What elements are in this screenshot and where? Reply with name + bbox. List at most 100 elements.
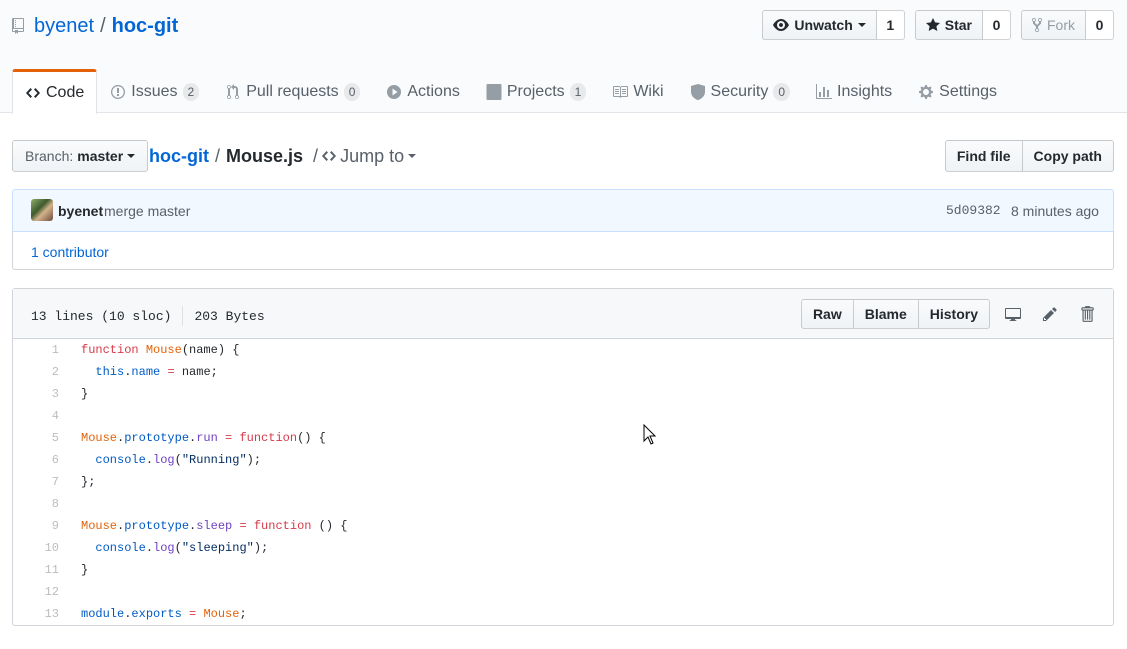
code-line: 2 this.name = name; (13, 361, 1113, 383)
star-icon (925, 18, 940, 31)
chevron-down-icon (127, 154, 136, 158)
code-text: Mouse.prototype.sleep = function () { (81, 519, 348, 533)
blame-button[interactable]: Blame (852, 299, 919, 329)
repo-separator: / (100, 14, 106, 37)
tab-code[interactable]: Code (12, 69, 98, 114)
watch-count[interactable]: 1 (876, 10, 905, 40)
branch-label: Branch: (25, 148, 74, 164)
file-info-divider (182, 306, 184, 326)
code-text: module.exports = Mouse; (81, 607, 247, 621)
breadcrumb-repo-link[interactable]: hoc-git (149, 146, 209, 167)
history-button[interactable]: History (917, 299, 990, 329)
watch-group: Unwatch 1 (762, 10, 905, 40)
commit-time: 8 minutes ago (1011, 203, 1099, 219)
code-line: 4 (13, 405, 1113, 427)
issue-icon (111, 84, 126, 99)
commit-message-link[interactable]: merge master (104, 203, 190, 219)
repo-name-link[interactable]: hoc-git (112, 15, 179, 38)
branch-select-button[interactable]: Branch: master (12, 140, 149, 172)
repo-owner-link[interactable]: byenet (34, 15, 94, 38)
jump-to-button[interactable]: / Jump to (313, 145, 417, 167)
edit-button[interactable] (1036, 299, 1064, 329)
tab-actions[interactable]: Actions (373, 69, 472, 113)
code-text: Mouse.prototype.run = function() { (81, 431, 326, 445)
tab-security-label: Security (710, 82, 769, 100)
tab-code-label: Code (46, 84, 85, 101)
star-count[interactable]: 0 (983, 10, 1011, 40)
copy-path-button[interactable]: Copy path (1022, 140, 1114, 172)
raw-button[interactable]: Raw (800, 299, 854, 329)
line-number[interactable]: 2 (13, 365, 59, 379)
code-text: }; (81, 475, 96, 489)
security-counter: 0 (773, 82, 791, 101)
line-number[interactable]: 1 (13, 343, 59, 357)
line-number[interactable]: 5 (13, 431, 59, 445)
tab-pull-requests[interactable]: Pull requests 0 (212, 69, 373, 113)
pull-requests-counter: 0 (343, 82, 361, 101)
file-info: 13 lines (10 sloc) 203 Bytes (31, 306, 265, 326)
line-number[interactable]: 7 (13, 475, 59, 489)
issues-counter: 2 (182, 82, 200, 101)
line-number[interactable]: 10 (13, 541, 59, 555)
code-line: 9 Mouse.prototype.sleep = function () { (13, 515, 1113, 537)
repo-header: byenet / hoc-git Unwatch 1 Star 0 Fork 0 (0, 0, 1127, 114)
star-button[interactable]: Star (914, 10, 983, 40)
contributors-bar: 1 contributor (12, 231, 1114, 270)
code-line: 6 console.log("Running"); (13, 449, 1113, 471)
find-file-button[interactable]: Find file (944, 140, 1023, 172)
delete-button[interactable] (1073, 299, 1101, 329)
tab-settings-label: Settings (939, 82, 997, 100)
line-number[interactable]: 11 (13, 563, 59, 577)
line-number[interactable]: 8 (13, 497, 59, 511)
code-text: function Mouse(name) { (81, 343, 240, 357)
code-line: 13 module.exports = Mouse; (13, 603, 1113, 625)
tab-projects-label: Projects (506, 82, 565, 100)
line-number[interactable]: 4 (13, 409, 59, 423)
repo-icon (12, 18, 24, 34)
tab-security[interactable]: Security 0 (677, 69, 803, 113)
code-text: console.log("sleeping"); (95, 541, 269, 555)
tab-insights[interactable]: Insights (803, 69, 905, 113)
jump-to-separator: / (313, 145, 319, 166)
code-icon (322, 151, 337, 161)
fork-count[interactable]: 0 (1086, 10, 1114, 40)
code-text: this.name = name; (95, 365, 218, 379)
tab-wiki[interactable]: Wiki (599, 69, 676, 113)
pencil-icon (1043, 307, 1057, 321)
projects-counter: 1 (569, 82, 587, 101)
contributors-link[interactable]: 1 contributor (31, 244, 109, 260)
fork-group: Fork 0 (1021, 10, 1114, 40)
fork-button[interactable]: Fork (1021, 10, 1086, 40)
line-number[interactable]: 12 (13, 585, 59, 599)
line-number[interactable]: 6 (13, 453, 59, 467)
project-icon (486, 83, 502, 100)
tab-issues[interactable]: Issues 2 (97, 69, 212, 113)
code-text: console.log("Running"); (95, 453, 262, 467)
line-number[interactable]: 3 (13, 387, 59, 401)
avatar[interactable] (31, 199, 53, 221)
tab-settings[interactable]: Settings (905, 69, 1010, 113)
commit-author-link[interactable]: byenet (58, 203, 103, 219)
file-header: 13 lines (10 sloc) 203 Bytes Raw Blame H… (13, 289, 1113, 339)
unwatch-label: Unwatch (794, 17, 853, 33)
fork-icon (1032, 17, 1042, 33)
chevron-down-icon (408, 154, 417, 158)
line-number[interactable]: 9 (13, 519, 59, 533)
code-line: 12 (13, 581, 1113, 603)
file-lines-info: 13 lines (10 sloc) (31, 308, 172, 324)
star-label: Star (944, 17, 972, 33)
open-desktop-button[interactable] (999, 299, 1027, 329)
code-text: } (81, 563, 89, 577)
line-number[interactable]: 13 (13, 607, 59, 621)
breadcrumb-separator: / (215, 145, 221, 166)
code-line: 7}; (13, 471, 1113, 493)
tab-projects[interactable]: Projects 1 (473, 69, 599, 113)
commit-sha-link[interactable]: 5d09382 (946, 203, 1001, 218)
breadcrumb: hoc-git / Mouse.js / Jump to (149, 140, 417, 172)
code-line: 1 function Mouse(name) { (13, 339, 1113, 361)
pagehead-actions: Unwatch 1 Star 0 Fork 0 (762, 10, 1114, 40)
branch-name: master (77, 148, 124, 164)
desktop-icon (1005, 308, 1021, 321)
unwatch-button[interactable]: Unwatch (762, 10, 877, 40)
code-line: 10 console.log("sleeping"); (13, 537, 1113, 559)
